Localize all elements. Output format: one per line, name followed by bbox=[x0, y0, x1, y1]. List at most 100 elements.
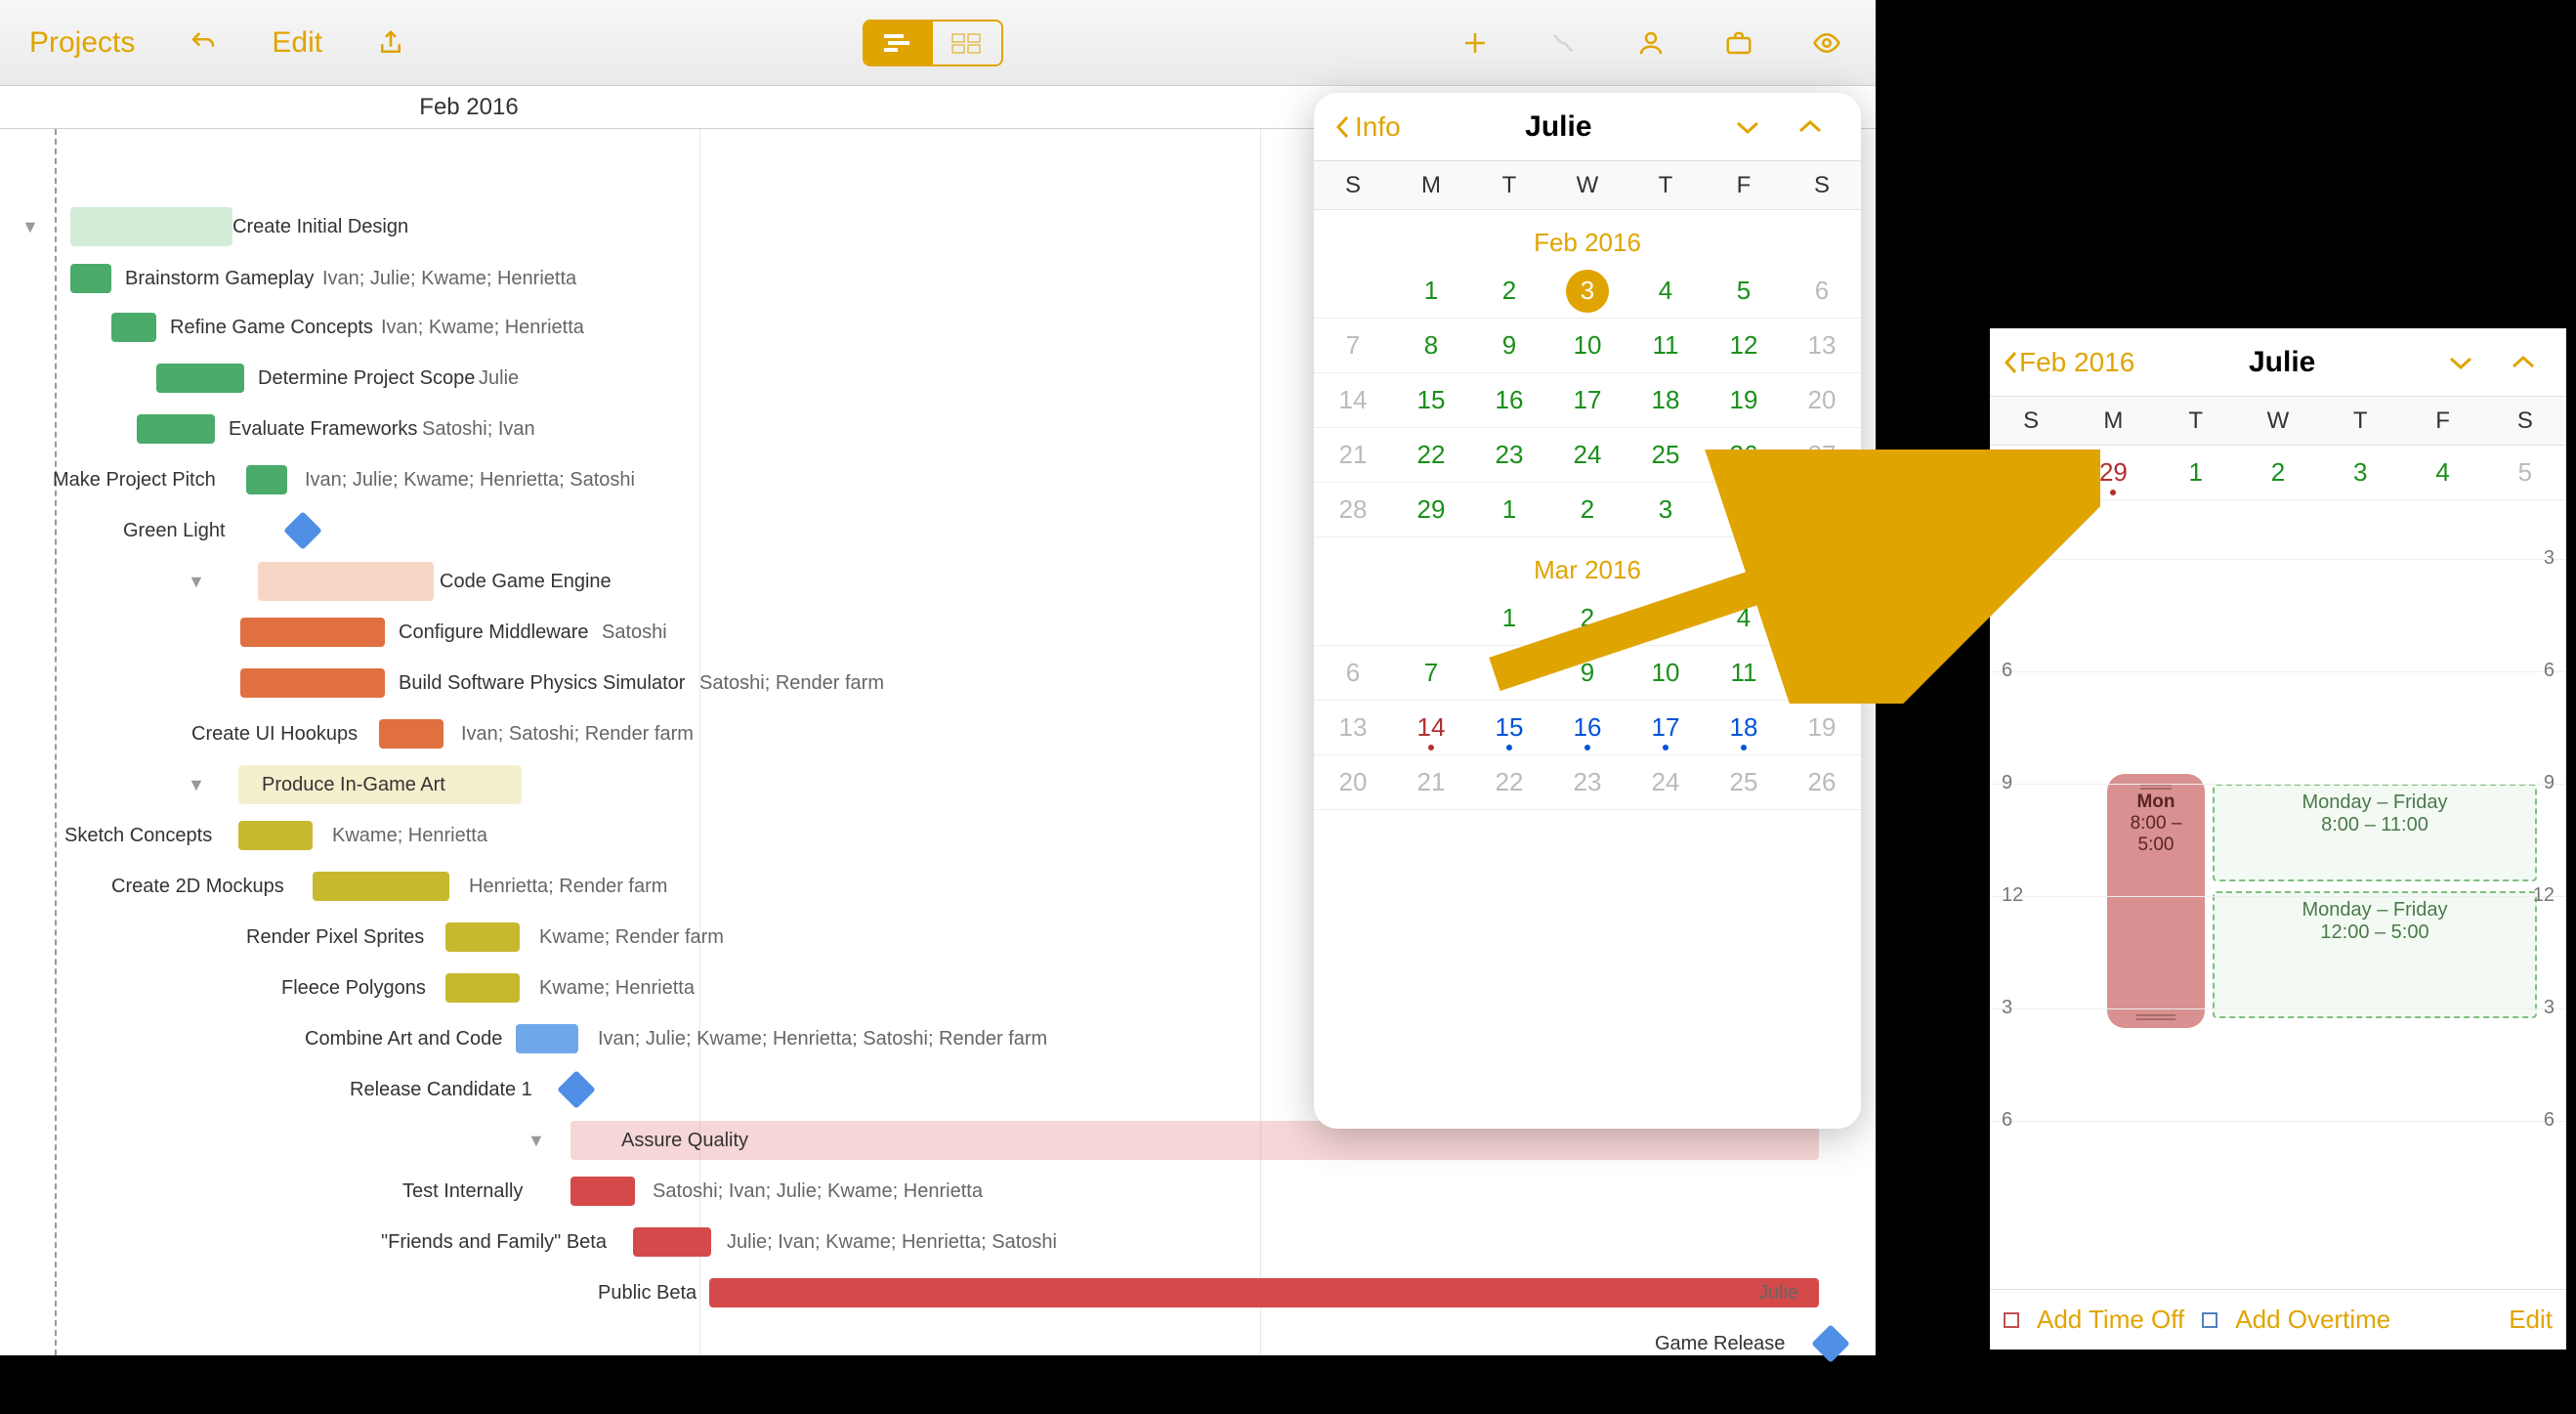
day-cell[interactable]: 5 bbox=[1783, 591, 1861, 645]
add-overtime-button[interactable]: Add Overtime bbox=[2235, 1305, 2390, 1335]
day-cell[interactable]: 7 bbox=[1314, 319, 1392, 372]
day-cell[interactable]: 29 bbox=[1392, 483, 1470, 536]
day-cell[interactable]: 17 bbox=[1548, 373, 1626, 427]
edit-button[interactable]: Edit bbox=[2509, 1305, 2553, 1335]
day-cell[interactable]: 25 bbox=[1626, 428, 1705, 482]
day-cell[interactable]: 16 bbox=[1470, 373, 1548, 427]
day-cell[interactable] bbox=[1314, 264, 1392, 318]
day-cell[interactable]: 21 bbox=[1392, 755, 1470, 809]
day-cell[interactable]: 5 bbox=[1783, 483, 1861, 536]
path-icon[interactable] bbox=[1543, 23, 1583, 63]
view-switcher[interactable] bbox=[863, 20, 1003, 66]
day-cell[interactable]: 13 bbox=[1783, 319, 1861, 372]
chevron-down-icon[interactable] bbox=[2429, 347, 2492, 378]
view-gantt-icon[interactable] bbox=[865, 21, 933, 64]
task-bar[interactable] bbox=[70, 264, 111, 293]
day-cell[interactable]: 18 bbox=[1626, 373, 1705, 427]
task-bar[interactable] bbox=[633, 1227, 711, 1257]
back-month-button[interactable]: Feb 2016 bbox=[2002, 347, 2134, 378]
day-cell[interactable]: 1 bbox=[1392, 264, 1470, 318]
day-cell[interactable]: 15 bbox=[1470, 701, 1548, 754]
day-cell[interactable] bbox=[1392, 591, 1470, 645]
task-bar[interactable] bbox=[156, 364, 244, 393]
day-cell[interactable]: 14 bbox=[1392, 701, 1470, 754]
day-cell[interactable]: 13 bbox=[1314, 701, 1392, 754]
task-row[interactable]: "Friends and Family" BetaJulie; Ivan; Kw… bbox=[0, 1218, 1876, 1266]
day-cell[interactable]: 12 bbox=[1783, 646, 1861, 700]
chevron-up-icon[interactable] bbox=[1779, 111, 1841, 143]
add-timeoff-button[interactable]: Add Time Off bbox=[2037, 1305, 2184, 1335]
day-cell[interactable]: 6 bbox=[1314, 646, 1392, 700]
day-cell[interactable]: 7 bbox=[1392, 646, 1470, 700]
day-cell[interactable]: 2 bbox=[2237, 446, 2319, 499]
day-cell[interactable]: 11 bbox=[1705, 646, 1783, 700]
day-cell[interactable]: 4 bbox=[1626, 264, 1705, 318]
task-bar[interactable] bbox=[137, 414, 215, 444]
share-icon[interactable] bbox=[371, 23, 410, 63]
day-cell[interactable]: 20 bbox=[1783, 373, 1861, 427]
day-cell[interactable]: 14 bbox=[1314, 373, 1392, 427]
day-cell[interactable]: 15 bbox=[1392, 373, 1470, 427]
chevron-up-icon[interactable] bbox=[2492, 347, 2555, 378]
day-cell[interactable]: 25 bbox=[1705, 755, 1783, 809]
day-cell[interactable]: 3 bbox=[1548, 264, 1626, 318]
day-cell[interactable]: 19 bbox=[1705, 373, 1783, 427]
day-cell[interactable]: 5 bbox=[1705, 264, 1783, 318]
day-cell[interactable]: 4 bbox=[1705, 483, 1783, 536]
day-cell[interactable]: 1 bbox=[1470, 591, 1548, 645]
day-cell[interactable]: 9 bbox=[1470, 319, 1548, 372]
day-cell[interactable]: 20 bbox=[1314, 755, 1392, 809]
day-cell[interactable]: 17 bbox=[1626, 701, 1705, 754]
projects-button[interactable]: Projects bbox=[29, 26, 135, 60]
day-cell[interactable]: 24 bbox=[1548, 428, 1626, 482]
task-bar[interactable] bbox=[445, 973, 520, 1003]
day-cell[interactable]: 24 bbox=[1626, 755, 1705, 809]
day-cell[interactable]: 1 bbox=[2155, 446, 2237, 499]
task-bar[interactable] bbox=[258, 562, 434, 601]
task-bar[interactable] bbox=[445, 922, 520, 952]
day-cell[interactable]: 3 bbox=[2319, 446, 2401, 499]
day-cell[interactable]: 5 bbox=[2484, 446, 2566, 499]
day-cell[interactable]: 4 bbox=[1705, 591, 1783, 645]
day-cell[interactable]: 18 bbox=[1705, 701, 1783, 754]
back-info-button[interactable]: Info bbox=[1333, 111, 1401, 143]
task-bar[interactable] bbox=[379, 719, 443, 749]
day-cell[interactable]: 23 bbox=[1548, 755, 1626, 809]
schedule-block-morning[interactable]: Monday – Friday 8:00 – 11:00 bbox=[2213, 784, 2537, 881]
day-cell[interactable]: 8 bbox=[1470, 646, 1548, 700]
disclosure-icon[interactable]: ▼ bbox=[188, 572, 205, 592]
task-row[interactable]: Game Release bbox=[0, 1319, 1876, 1368]
day-cell[interactable]: 11 bbox=[1626, 319, 1705, 372]
briefcase-icon[interactable] bbox=[1719, 23, 1758, 63]
day-cell[interactable]: 10 bbox=[1626, 646, 1705, 700]
day-cell[interactable]: 26 bbox=[1705, 428, 1783, 482]
day-cell[interactable]: 2 bbox=[1548, 591, 1626, 645]
day-cell[interactable]: 29 bbox=[2072, 446, 2154, 499]
undo-icon[interactable] bbox=[184, 23, 223, 63]
person-icon[interactable] bbox=[1631, 23, 1670, 63]
day-cell[interactable]: 6 bbox=[1783, 264, 1861, 318]
day-cell[interactable]: 1 bbox=[1470, 483, 1548, 536]
day-cell[interactable]: 27 bbox=[1783, 428, 1861, 482]
task-bar[interactable] bbox=[313, 872, 449, 901]
day-cell[interactable]: 12 bbox=[1705, 319, 1783, 372]
day-cell[interactable] bbox=[1314, 591, 1392, 645]
task-bar[interactable] bbox=[709, 1278, 1819, 1307]
day-cell[interactable]: 3 bbox=[1626, 483, 1705, 536]
day-cell[interactable]: 22 bbox=[1470, 755, 1548, 809]
day-cell[interactable]: 28 bbox=[1314, 483, 1392, 536]
day-cell[interactable]: 16 bbox=[1548, 701, 1626, 754]
eye-icon[interactable] bbox=[1807, 23, 1846, 63]
disclosure-icon[interactable]: ▼ bbox=[528, 1131, 545, 1151]
day-schedule[interactable]: Monday – Friday 8:00 – 11:00 Monday – Fr… bbox=[1990, 500, 2566, 1243]
task-bar[interactable] bbox=[570, 1177, 635, 1206]
drag-handle-icon[interactable] bbox=[2136, 1014, 2175, 1020]
day-cell[interactable]: 26 bbox=[1783, 755, 1861, 809]
day-cell[interactable]: 3 bbox=[1626, 591, 1705, 645]
disclosure-icon[interactable]: ▼ bbox=[21, 217, 39, 237]
task-row[interactable]: Test InternallySatoshi; Ivan; Julie; Kwa… bbox=[0, 1167, 1876, 1216]
task-bar[interactable] bbox=[516, 1024, 578, 1053]
task-bar[interactable] bbox=[240, 668, 385, 698]
milestone-diamond[interactable] bbox=[283, 511, 322, 550]
task-bar[interactable] bbox=[240, 618, 385, 647]
